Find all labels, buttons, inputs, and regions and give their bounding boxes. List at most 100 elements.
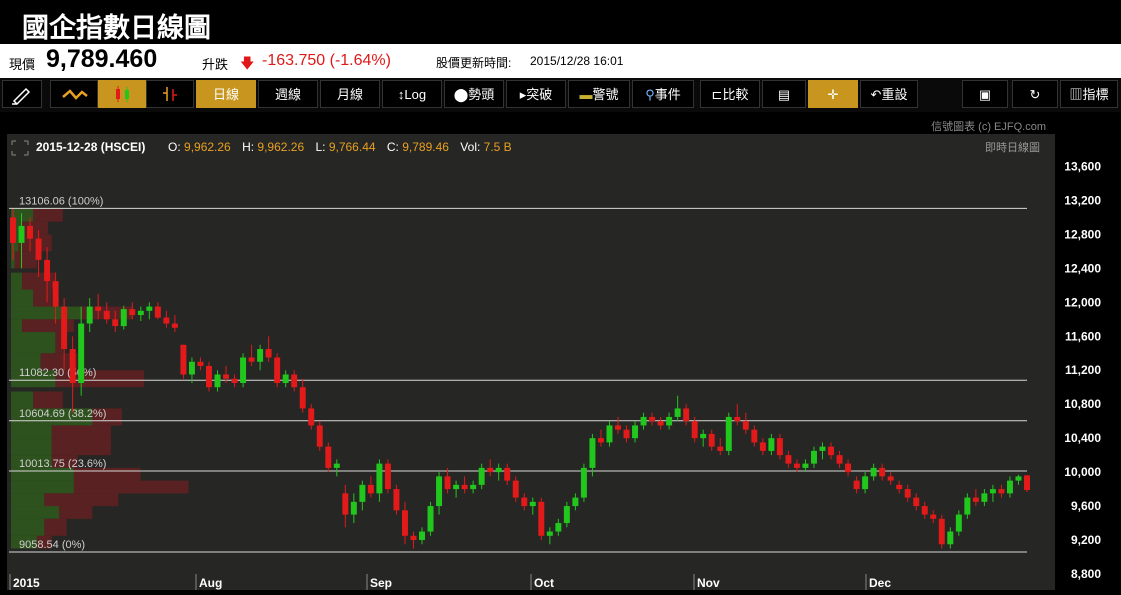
candle-body — [768, 438, 775, 451]
candle-body — [367, 484, 374, 494]
volume-bar-down — [73, 480, 189, 494]
candle-body — [257, 349, 264, 362]
candle-body — [61, 306, 68, 350]
fibonacci-levels: 13106.06 (100%) 11082.30 (50%) 10604.69 (3… — [9, 195, 1027, 553]
candle-body — [197, 361, 204, 366]
candle-body — [44, 259, 51, 282]
y-tick-label: 10,400 — [1064, 431, 1101, 445]
candle-body — [112, 319, 119, 327]
candle-body — [700, 433, 707, 439]
candle-body — [529, 501, 536, 507]
volume-bar-down — [22, 221, 48, 235]
candle-body — [495, 467, 502, 473]
y-tick-label: 13,200 — [1064, 193, 1101, 207]
candle-body — [896, 484, 903, 490]
candle-body — [171, 323, 178, 328]
y-tick-label: 8,800 — [1071, 567, 1101, 581]
y-tick-label: 12,400 — [1064, 261, 1101, 275]
candle-body — [325, 446, 332, 468]
candle-body — [708, 433, 715, 447]
candle-body — [828, 446, 834, 456]
candle-body — [725, 416, 732, 451]
candle-body — [657, 421, 664, 426]
candle-body — [615, 425, 621, 430]
candle-body — [103, 310, 110, 320]
candle-body — [989, 489, 996, 494]
candle-body — [759, 442, 766, 451]
x-axis: 2015 Aug Sep Oct Nov Dec — [9, 574, 891, 590]
candle-body — [188, 361, 195, 375]
candle-body — [649, 416, 656, 422]
candle-body — [27, 225, 34, 239]
chart-credit: 信號圖表 (c) EJFQ.com — [931, 119, 1046, 133]
candle-body — [410, 535, 417, 541]
candle-body — [563, 506, 570, 524]
fib-label: 9058.54 (0%) — [19, 539, 85, 551]
candle-body — [930, 514, 937, 519]
x-tick-label: 2015 — [13, 576, 40, 590]
volume-bar-up — [11, 518, 45, 536]
candle-body — [981, 493, 988, 502]
candle-body — [470, 484, 477, 490]
volume-bar-up — [11, 506, 60, 519]
candle-body — [691, 421, 698, 439]
candle-body — [742, 421, 749, 430]
fib-label: 10604.69 (38.2%) — [19, 408, 106, 420]
volume-bar-down — [51, 438, 111, 456]
y-tick-label: 13,600 — [1064, 159, 1101, 173]
candle-body — [810, 450, 817, 464]
volume-bar-down — [33, 289, 52, 307]
candle-body — [393, 489, 400, 511]
candle-body — [384, 463, 391, 490]
ohlc-readout: O: 9,962.26 H: 9,962.26 L: 9,766.44 C: 9… — [168, 140, 512, 154]
fib-label: 13106.06 (100%) — [19, 195, 103, 207]
candle-body — [265, 349, 272, 358]
candle-body — [589, 438, 596, 468]
candle-body — [69, 349, 76, 383]
candle-body — [154, 306, 161, 318]
y-tick-label: 10,000 — [1064, 465, 1101, 479]
candle-body — [538, 501, 545, 536]
candle-body — [955, 514, 962, 532]
fib-label: 10013.75 (23.6%) — [19, 458, 106, 470]
candle-body — [785, 455, 792, 464]
candle-body — [845, 463, 852, 473]
candles — [10, 208, 1030, 549]
candle-body — [572, 497, 579, 507]
candle-body — [444, 476, 451, 490]
candle-body — [853, 480, 860, 490]
y-tick-label: 12,800 — [1064, 227, 1101, 241]
y-axis: 8,800 9,200 9,600 10,000 10,400 10,800 11,200 1… — [1064, 159, 1101, 581]
candle-body — [427, 506, 434, 532]
chart-title: 2015-12-28 (HSCEI) — [36, 140, 145, 154]
volume-bar-up — [11, 438, 52, 456]
volume-bar-down — [33, 391, 63, 409]
candle-body — [419, 531, 425, 541]
candle-body — [580, 467, 587, 498]
y-tick-label: 11,200 — [1065, 363, 1101, 377]
candle-body — [487, 467, 494, 473]
ohlc-key-h: H: — [242, 140, 257, 154]
volume-bar-up — [11, 272, 23, 290]
candle-body — [972, 497, 979, 502]
volume-bar-down — [59, 506, 93, 519]
candle-body — [1015, 476, 1022, 481]
candle-body — [146, 306, 153, 311]
candle-body — [401, 510, 408, 536]
volume-bar-down — [44, 493, 119, 507]
expand-icon[interactable] — [11, 140, 29, 156]
ohlc-key-o: O: — [168, 140, 184, 154]
candle-body — [436, 476, 443, 507]
candle-body — [120, 309, 127, 327]
candle-body — [248, 357, 255, 362]
candle-body — [802, 463, 809, 468]
candle-body — [793, 463, 800, 468]
volume-bar-down — [51, 425, 111, 439]
candle-body — [870, 467, 877, 477]
ohlc-key-l: L: — [315, 140, 328, 154]
volume-bar-up — [11, 425, 52, 439]
candle-body — [998, 489, 1005, 494]
ohlc-low: 9,766.44 — [329, 140, 376, 154]
candle-body — [78, 323, 85, 383]
volume-bar-up — [11, 306, 82, 320]
